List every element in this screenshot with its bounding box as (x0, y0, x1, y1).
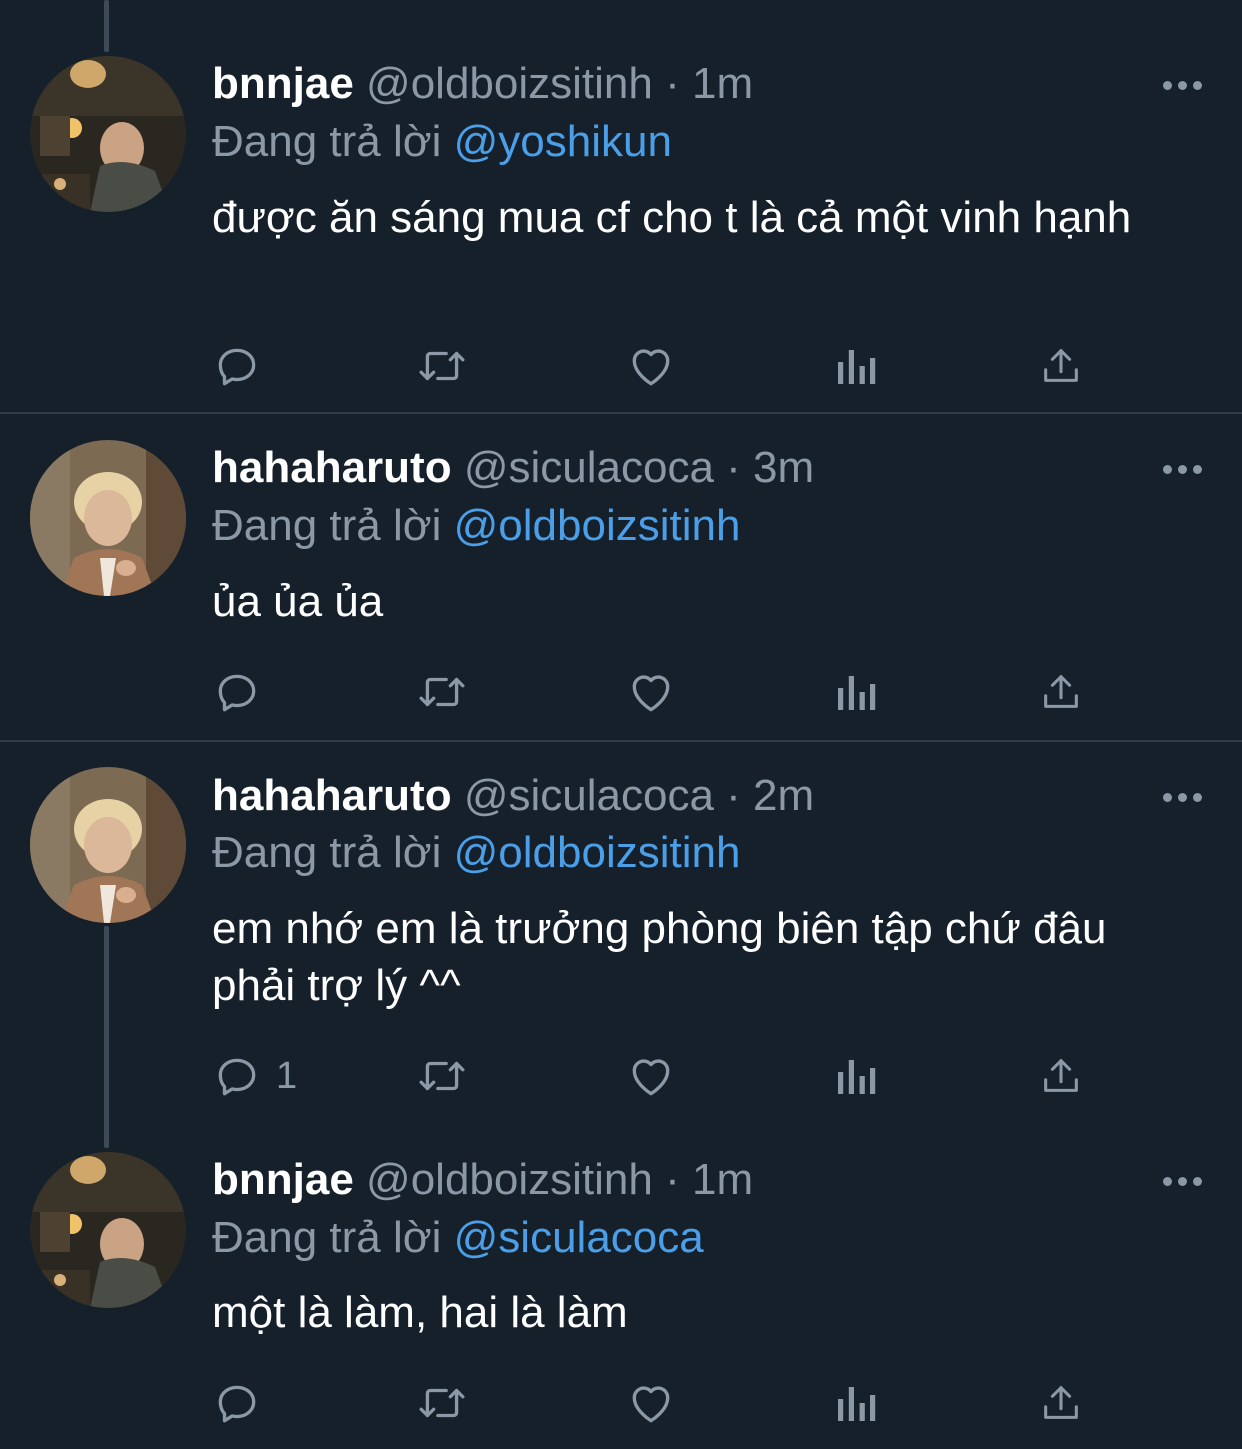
tweet[interactable]: hahaharuto @siculacoca · 2m Đang trả lời… (0, 742, 1242, 1142)
like-button[interactable] (626, 666, 676, 718)
retweet-button[interactable] (414, 666, 470, 718)
more-icon[interactable] (1160, 75, 1204, 95)
separator: · (726, 443, 741, 492)
avatar[interactable] (30, 440, 186, 596)
like-button[interactable] (626, 1377, 676, 1429)
tweet-actions: 1 (212, 1050, 1112, 1102)
timestamp[interactable]: 1m (692, 1155, 753, 1204)
timestamp[interactable]: 1m (692, 59, 753, 108)
share-button[interactable] (1038, 666, 1084, 718)
views-button[interactable] (834, 340, 878, 392)
reply-count: 1 (276, 1054, 298, 1097)
replying-to: Đang trả lời @siculacoca (212, 1210, 704, 1266)
replying-to: Đang trả lời @oldboizsitinh (212, 825, 740, 881)
share-button[interactable] (1038, 340, 1084, 392)
replying-prefix: Đang trả lời (212, 828, 442, 877)
display-name[interactable]: bnnjae (212, 59, 354, 108)
reply-button[interactable] (212, 666, 276, 718)
retweet-button[interactable] (414, 340, 470, 392)
avatar[interactable] (30, 56, 186, 212)
retweet-icon (419, 1061, 465, 1091)
timestamp[interactable]: 2m (753, 771, 814, 820)
display-name[interactable]: hahaharuto (212, 771, 452, 820)
like-button[interactable] (626, 340, 676, 392)
analytics-icon (838, 350, 876, 384)
display-name[interactable]: hahaharuto (212, 443, 452, 492)
heart-icon (632, 1059, 670, 1096)
tweet-text: em nhớ em là trưởng phòng biên tập chứ đ… (212, 904, 1107, 1010)
reply-icon (218, 1385, 256, 1423)
tweet-actions (212, 1377, 1112, 1429)
reply-icon (218, 674, 256, 712)
mention-link[interactable]: @yoshikun (454, 117, 672, 166)
tweet-actions (212, 340, 1112, 392)
tweet-text: một là làm, hai là làm (212, 1288, 628, 1337)
share-icon (1044, 675, 1078, 708)
retweet-button[interactable] (414, 1050, 470, 1102)
handle[interactable]: @oldboizsitinh (366, 59, 653, 108)
tweet-header: bnnjae @oldboizsitinh · 1m (212, 56, 1202, 112)
tweet-header: bnnjae @oldboizsitinh · 1m (212, 1152, 1202, 1208)
tweet[interactable]: hahaharuto @siculacoca · 3m Đang trả lời… (0, 414, 1242, 740)
separator: · (726, 771, 741, 820)
views-button[interactable] (834, 666, 878, 718)
mention-link[interactable]: @oldboizsitinh (454, 828, 741, 877)
display-name[interactable]: bnnjae (212, 1155, 354, 1204)
handle[interactable]: @siculacoca (464, 443, 714, 492)
tweet-actions (212, 666, 1112, 718)
more-icon[interactable] (1160, 787, 1204, 807)
heart-icon (632, 1386, 670, 1423)
more-icon[interactable] (1160, 459, 1204, 479)
heart-icon (632, 349, 670, 386)
views-button[interactable] (834, 1377, 878, 1429)
mention-link[interactable]: @siculacoca (454, 1213, 704, 1262)
share-icon (1044, 349, 1078, 382)
tweet-header: hahaharuto @siculacoca · 3m (212, 440, 1202, 496)
reply-icon (218, 1058, 256, 1096)
handle[interactable]: @siculacoca (464, 771, 714, 820)
replying-prefix: Đang trả lời (212, 1213, 442, 1262)
avatar[interactable] (30, 1152, 186, 1308)
reply-button[interactable]: 1 (212, 1050, 297, 1102)
replying-prefix: Đang trả lời (212, 117, 442, 166)
analytics-icon (838, 1387, 876, 1421)
tweet-text: ủa ủa ủa (212, 577, 384, 626)
heart-icon (632, 675, 670, 712)
avatar[interactable] (30, 767, 186, 923)
share-button[interactable] (1038, 1377, 1084, 1429)
timestamp[interactable]: 3m (753, 443, 814, 492)
share-button[interactable] (1038, 1050, 1084, 1102)
reply-button[interactable] (212, 340, 276, 392)
replying-prefix: Đang trả lời (212, 501, 442, 550)
tweet-header: hahaharuto @siculacoca · 2m (212, 768, 1202, 824)
replying-to: Đang trả lời @yoshikun (212, 114, 672, 170)
more-icon[interactable] (1160, 1171, 1204, 1191)
analytics-icon (838, 676, 876, 710)
retweet-button[interactable] (414, 1377, 470, 1429)
mention-link[interactable]: @oldboizsitinh (454, 501, 741, 550)
retweet-icon (419, 1388, 465, 1418)
separator: · (665, 59, 680, 108)
tweet-text: được ăn sáng mua cf cho t là cả một vinh… (212, 193, 1132, 242)
separator: · (665, 1155, 680, 1204)
like-button[interactable] (626, 1050, 676, 1102)
retweet-icon (419, 351, 465, 381)
retweet-icon (419, 677, 465, 707)
reply-icon (218, 348, 256, 386)
reply-button[interactable] (212, 1377, 276, 1429)
share-icon (1044, 1386, 1078, 1419)
analytics-icon (838, 1060, 876, 1094)
views-button[interactable] (834, 1050, 878, 1102)
tweet[interactable]: bnnjae @oldboizsitinh · 1m Đang trả lời … (0, 0, 1242, 413)
share-icon (1044, 1059, 1078, 1092)
tweet[interactable]: bnnjae @oldboizsitinh · 1m Đang trả lời … (0, 1124, 1242, 1449)
replying-to: Đang trả lời @oldboizsitinh (212, 498, 740, 554)
handle[interactable]: @oldboizsitinh (366, 1155, 653, 1204)
